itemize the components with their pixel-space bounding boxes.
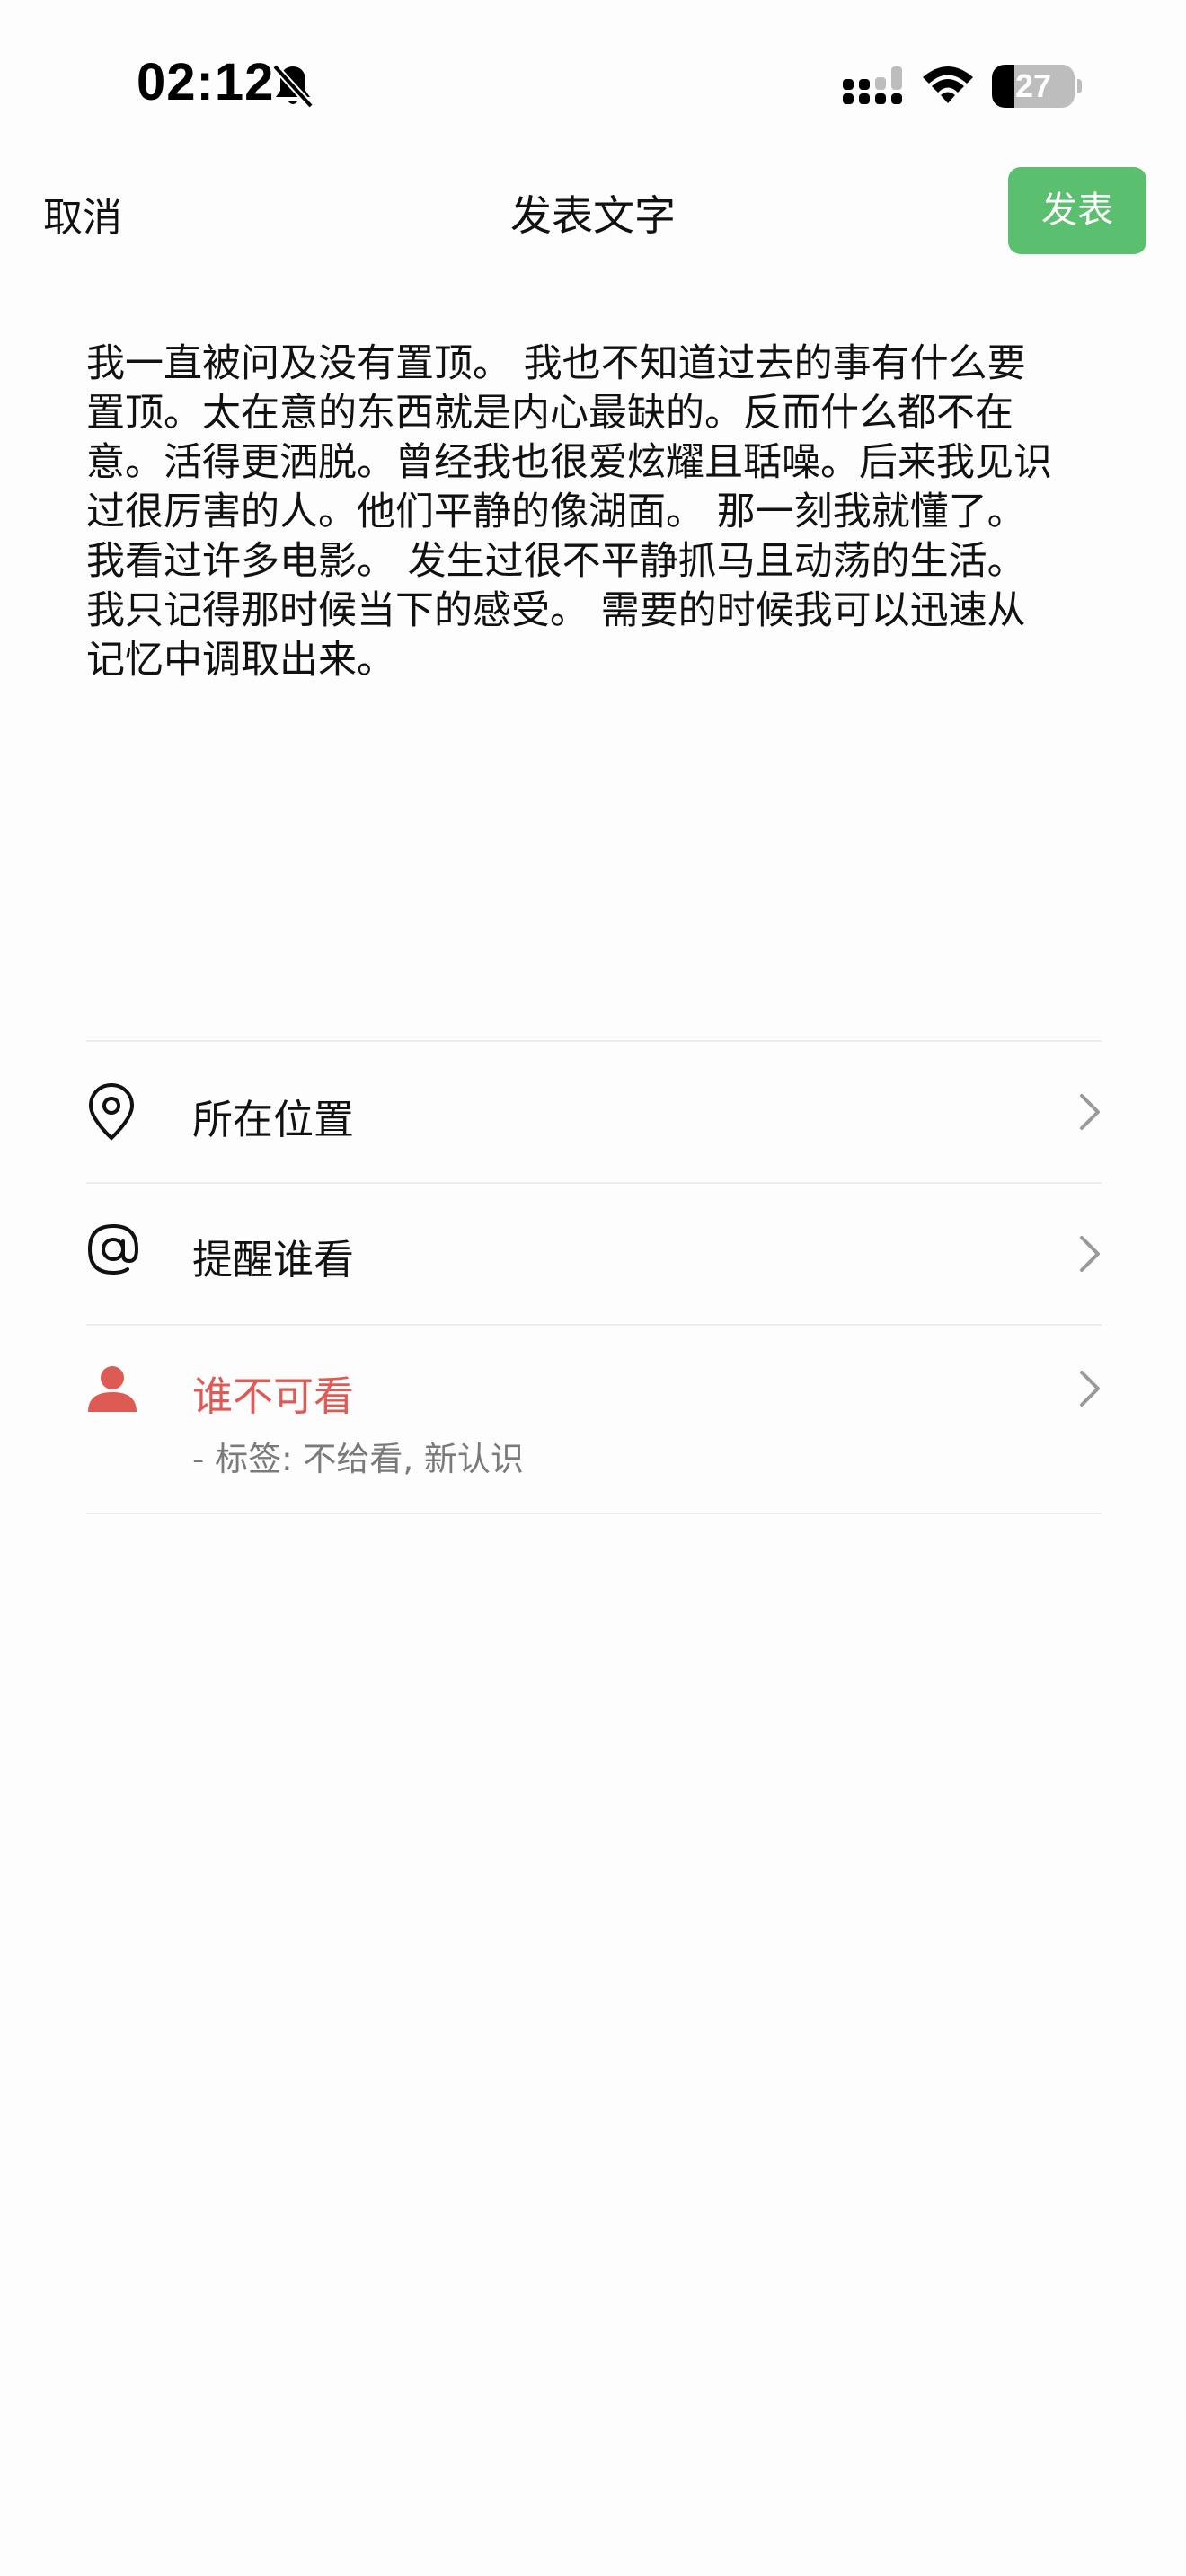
status-time: 02:12 [137, 53, 275, 111]
wifi-icon [923, 66, 973, 103]
person-icon [88, 1366, 137, 1412]
post-text-line: 我看过许多电影。 发生过很不平静抓马且动荡的生活。 [86, 539, 1026, 584]
cellular-signal-icon [843, 66, 902, 104]
privacy-subtitle: - 标签: 不给看, 新认识 [192, 1440, 524, 1478]
mention-label: 提醒谁看 [192, 1236, 355, 1284]
battery-level: 27 [1014, 67, 1052, 104]
location-row[interactable]: 所在位置 [86, 1042, 1102, 1182]
post-text-line: 我只记得那时候当下的感受。 需要的时候我可以迅速从 [86, 588, 1026, 633]
post-text-line: 记忆中调取出来。 [86, 638, 395, 683]
chevron-right-icon [1080, 1094, 1100, 1130]
post-text-line: 我一直被问及没有置顶。 我也不知道过去的事有什么要 [86, 341, 1026, 386]
location-pin-icon [88, 1082, 135, 1141]
mention-row[interactable]: 提醒谁看 [86, 1184, 1102, 1324]
privacy-label: 谁不可看 [192, 1372, 355, 1420]
post-text-area[interactable]: 我一直被问及没有置顶。 我也不知道过去的事有什么要 置顶。太在意的东西就是内心最缺… [86, 340, 1111, 685]
post-button[interactable]: 发表 [1008, 167, 1146, 254]
privacy-row[interactable]: 谁不可看 - 标签: 不给看, 新认识 [86, 1326, 1102, 1513]
screen: 02:12 27 取消 发表文字 发表 我一直被问及没有置顶。 我也不知道过去的… [0, 0, 1186, 2576]
chevron-right-icon [1080, 1371, 1100, 1407]
chevron-right-icon [1080, 1236, 1100, 1272]
post-text-line: 置顶。太在意的东西就是内心最缺的。反而什么都不在 [86, 391, 1013, 436]
at-sign-icon [87, 1223, 139, 1275]
bell-slash-icon [272, 64, 314, 109]
post-text-line: 过很厉害的人。他们平静的像湖面。 那一刻我就懂了。 [86, 490, 1026, 534]
status-bar: 02:12 27 [0, 0, 1186, 171]
nav-bar: 取消 发表文字 发表 [0, 167, 1186, 257]
location-label: 所在位置 [192, 1096, 355, 1143]
divider [86, 1513, 1102, 1514]
battery-icon: 27 [992, 65, 1082, 108]
post-text-line: 意。活得更洒脱。曾经我也很爱炫耀且聒噪。后来我见识 [86, 440, 1052, 485]
